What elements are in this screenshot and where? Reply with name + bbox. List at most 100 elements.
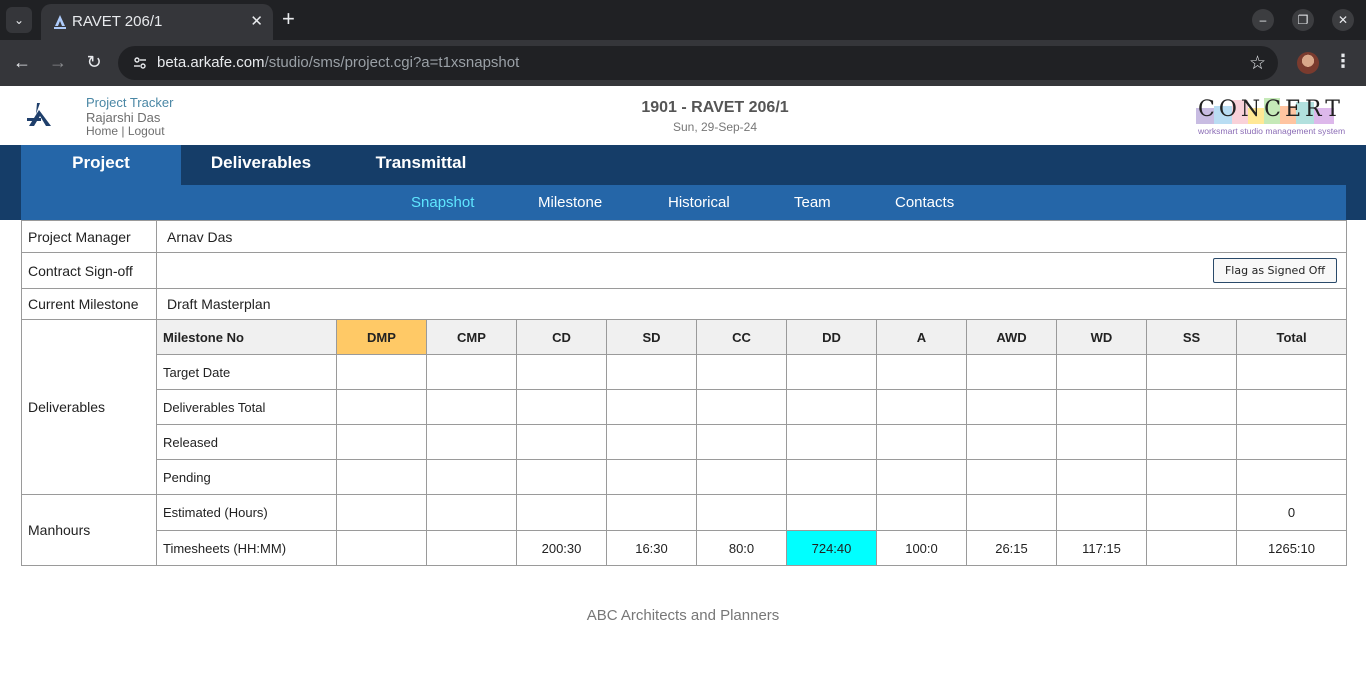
table-cell: 80:0	[696, 530, 787, 566]
table-cell	[786, 459, 877, 495]
new-tab-icon[interactable]: +	[282, 8, 295, 30]
table-cell: 16:30	[606, 530, 697, 566]
table-cell	[966, 459, 1057, 495]
table-cell: 100:0	[876, 530, 967, 566]
milestone-value: Draft Masterplan	[155, 288, 1348, 320]
app-header: Project Tracker Rajarshi Das Home | Logo…	[0, 86, 1366, 145]
table-cell	[1056, 354, 1147, 390]
col-header: CMP	[426, 319, 517, 355]
site-info-icon[interactable]	[132, 55, 148, 71]
table-cell	[516, 354, 607, 390]
subnav-milestone[interactable]: Milestone	[538, 194, 602, 211]
tab-title: RAVET 206/1	[72, 13, 163, 30]
table-cell	[1056, 494, 1147, 531]
nav-tab-project[interactable]: Project	[21, 145, 181, 185]
row-label: Released	[156, 424, 337, 460]
table-cell	[1235, 424, 1348, 460]
restore-icon[interactable]: ❐	[1292, 9, 1314, 31]
table-cell	[696, 459, 787, 495]
manager-row: Project Manager Arnav Das	[21, 220, 1348, 253]
table-row: Manhours Estimated (Hours) 0	[21, 494, 1348, 566]
table-cell	[336, 354, 427, 390]
table-cell: 200:30	[516, 530, 607, 566]
col-header: DD	[786, 319, 877, 355]
col-header: A	[876, 319, 967, 355]
table-cell	[876, 424, 967, 460]
table-cell	[696, 424, 787, 460]
table-cell	[966, 424, 1057, 460]
table-row: Target Date	[22, 354, 1348, 390]
nav-tab-transmittal[interactable]: Transmittal	[341, 145, 501, 185]
table-cell	[966, 494, 1057, 531]
table-row: Pending	[22, 459, 1348, 495]
profile-avatar[interactable]	[1297, 52, 1319, 74]
table-cell	[696, 389, 787, 425]
milestone-row: Current Milestone Draft Masterplan	[21, 288, 1348, 320]
table-cell	[336, 530, 427, 566]
primary-nav: Project Deliverables Transmittal	[0, 145, 1366, 185]
manager-value: Arnav Das	[155, 220, 1348, 253]
back-icon[interactable]: ←	[10, 52, 34, 72]
subnav-historical[interactable]: Historical	[668, 194, 730, 211]
col-header: CC	[696, 319, 787, 355]
row-label: Estimated (Hours)	[156, 494, 337, 531]
table-cell	[336, 424, 427, 460]
url-path: /studio/sms/project.cgi?a=t1xsnapshot	[264, 54, 520, 71]
contract-cell: Flag as Signed Off	[155, 252, 1348, 289]
table-cell	[1146, 424, 1237, 460]
browser-tab[interactable]: RAVET 206/1 ✕	[41, 4, 273, 40]
table-row: Deliverables Total	[22, 389, 1348, 425]
address-bar[interactable]: beta.arkafe.com/studio/sms/project.cgi?a…	[118, 46, 1278, 80]
col-header: Total	[1235, 319, 1348, 355]
table-cell	[606, 424, 697, 460]
table-cell	[786, 494, 877, 531]
table-cell	[606, 459, 697, 495]
table-cell	[1056, 424, 1147, 460]
tab-close-icon[interactable]: ✕	[250, 12, 263, 30]
bookmark-star-icon[interactable]: ☆	[1249, 52, 1266, 75]
snapshot-table: Project Manager Arnav Das Contract Sign-…	[21, 220, 1348, 566]
browser-menu-icon[interactable]: ⋮	[1334, 51, 1352, 72]
table-cell	[1235, 354, 1348, 390]
subnav-snapshot[interactable]: Snapshot	[411, 194, 474, 211]
subnav-team[interactable]: Team	[794, 194, 831, 211]
concert-logo-text: CONCERT	[1198, 97, 1344, 122]
secondary-nav: Snapshot Milestone Historical Team Conta…	[0, 185, 1366, 220]
col-header: AWD	[966, 319, 1057, 355]
row-label: Target Date	[156, 354, 337, 390]
table-cell	[516, 459, 607, 495]
close-window-icon[interactable]: ✕	[1332, 9, 1354, 31]
row-label: Timesheets (HH:MM)	[156, 530, 337, 566]
table-cell	[426, 354, 517, 390]
minimize-icon[interactable]: –	[1252, 9, 1274, 31]
reload-icon[interactable]: ↻	[82, 52, 106, 72]
table-cell	[516, 424, 607, 460]
col-header: DMP	[336, 319, 427, 355]
table-cell	[1235, 459, 1348, 495]
table-cell	[966, 389, 1057, 425]
table-cell	[876, 459, 967, 495]
page-title: 1901 - RAVET 206/1	[641, 99, 789, 116]
subnav-contacts[interactable]: Contacts	[895, 194, 954, 211]
col-header: SS	[1146, 319, 1237, 355]
table-cell	[606, 494, 697, 531]
nav-tab-deliverables[interactable]: Deliverables	[181, 145, 341, 185]
concert-tagline: worksmart studio management system	[1197, 126, 1345, 136]
tab-search-dropdown-icon[interactable]: ⌄	[6, 7, 32, 33]
flag-signed-off-button[interactable]: Flag as Signed Off	[1212, 258, 1338, 283]
forward-icon[interactable]: →	[46, 52, 70, 72]
table-cell	[1056, 389, 1147, 425]
browser-tab-strip: ⌄ RAVET 206/1 ✕ + – ❐ ✕	[0, 0, 1366, 40]
table-cell: 0	[1235, 494, 1348, 531]
table-cell-highlight: 724:40	[786, 530, 877, 566]
table-cell	[696, 494, 787, 531]
table-cell	[336, 459, 427, 495]
table-cell	[1235, 389, 1348, 425]
deliverables-group-label: Deliverables	[21, 319, 157, 495]
table-cell	[966, 354, 1057, 390]
col-header: WD	[1056, 319, 1147, 355]
table-cell: 1265:10	[1235, 530, 1348, 566]
table-cell	[606, 389, 697, 425]
table-cell	[786, 424, 877, 460]
table-cell	[1146, 530, 1237, 566]
